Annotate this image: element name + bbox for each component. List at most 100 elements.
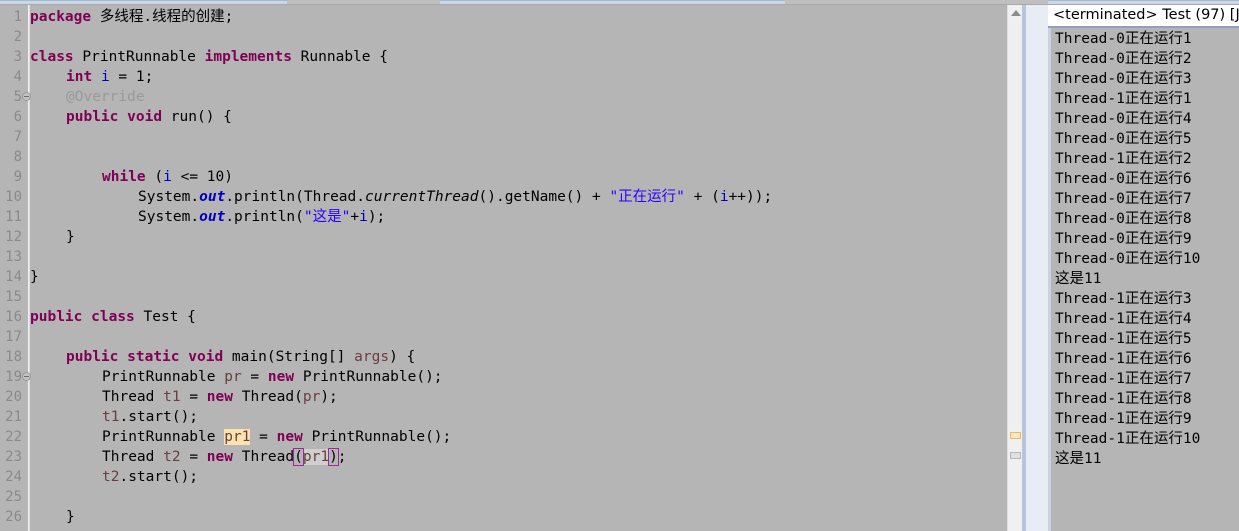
selection-highlight-pr1[interactable]: pr1	[302, 449, 330, 465]
code-text: .println(	[225, 209, 304, 225]
code-text: }	[30, 269, 39, 285]
type-name: Thread	[102, 389, 155, 405]
code-line[interactable]: PrintRunnable pr = new PrintRunnable();	[102, 367, 443, 387]
occurrence-highlight-pr1[interactable]: pr1	[224, 429, 251, 445]
code-line[interactable]: Thread t2 = new Thread(pr1);	[102, 447, 347, 467]
code-text: System.	[138, 209, 200, 225]
line-number: 25	[5, 489, 22, 505]
java-code-editor[interactable]: 1 2 3 4 5 6 7 8 9 10 11 12 13 14 15 16 1…	[0, 5, 1022, 531]
code-text: =	[241, 369, 268, 385]
line-number: 10	[5, 189, 22, 205]
line-number: 22	[5, 429, 22, 445]
console-line: Thread-1正在运行5	[1055, 331, 1192, 347]
code-text: main(	[223, 349, 276, 365]
method-currentthread: currentThread	[365, 189, 479, 205]
scroll-up-arrow-icon[interactable]	[1011, 10, 1021, 16]
line-number: 8	[13, 149, 22, 165]
type-name: PrintRunnable	[82, 49, 196, 65]
code-line[interactable]: PrintRunnable pr1 = new PrintRunnable();	[102, 427, 451, 447]
code-text: + (	[684, 189, 720, 205]
code-text: =	[180, 389, 207, 405]
code-line[interactable]: public static void main(String[] args) {	[66, 347, 415, 367]
string-literal: "正在运行"	[609, 189, 685, 205]
code-line[interactable]: while (i <= 10)	[102, 167, 233, 187]
code-line[interactable]: int i = 1;	[66, 67, 153, 87]
code-text: }	[66, 509, 75, 525]
code-line[interactable]: System.out.println(Thread.currentThread(…	[138, 187, 772, 207]
keyword-int: int	[66, 69, 93, 85]
code-text: =	[180, 449, 207, 465]
scrollbar-thumb[interactable]	[1008, 23, 1022, 423]
code-text: }	[66, 229, 75, 245]
console-output[interactable]: Thread-0正在运行1 Thread-0正在运行2 Thread-0正在运行…	[1051, 29, 1239, 531]
line-number: 7	[13, 129, 22, 145]
keyword-implements: implements	[204, 49, 292, 65]
console-view[interactable]: <terminated> Test (97) [J Thread-0正在运行1 …	[1048, 5, 1239, 531]
code-text: ++));	[728, 189, 773, 205]
line-number: 1	[13, 9, 22, 25]
keyword-class: class	[30, 49, 74, 65]
field-i: i	[359, 209, 368, 225]
bracket-match-open: (	[293, 448, 304, 466]
code-line[interactable]: t2.start();	[102, 467, 198, 487]
code-text-area[interactable]: package 多线程.线程的创建; class PrintRunnable i…	[30, 5, 1010, 531]
console-title-underline	[1048, 26, 1239, 28]
code-line[interactable]: public class Test {	[30, 307, 196, 327]
line-number: 5	[13, 89, 22, 105]
keyword-void: void	[188, 349, 224, 365]
code-text: .start();	[119, 469, 199, 485]
line-number: 20	[5, 389, 22, 405]
keyword-public: public	[66, 349, 119, 365]
pane-splitter[interactable]	[1026, 5, 1048, 531]
keyword-package: package	[30, 9, 92, 25]
code-line[interactable]: package 多线程.线程的创建;	[30, 7, 233, 27]
overview-marker-occurrence[interactable]	[1010, 432, 1021, 439]
console-line: Thread-0正在运行8	[1055, 211, 1192, 227]
code-text: {	[178, 309, 196, 325]
package-name: 多线程.线程的创建;	[99, 9, 234, 25]
code-line[interactable]: class PrintRunnable implements Runnable …	[30, 47, 388, 67]
code-line[interactable]: System.out.println("这是"+i);	[138, 207, 385, 227]
console-line: Thread-1正在运行6	[1055, 351, 1192, 367]
code-text: );	[320, 389, 338, 405]
overview-marker-selection[interactable]	[1010, 452, 1021, 459]
console-line: Thread-1正在运行1	[1055, 91, 1192, 107]
code-text: {	[370, 49, 388, 65]
code-line[interactable]: Thread t1 = new Thread(pr);	[102, 387, 338, 407]
field-i: i	[719, 189, 729, 205]
code-text: ;	[337, 449, 347, 465]
type-name: Test	[143, 309, 179, 325]
line-number: 4	[13, 69, 22, 85]
editor-vertical-scrollbar[interactable]	[1007, 5, 1022, 531]
console-line: 这是11	[1055, 451, 1102, 467]
local-var-t2: t2	[102, 469, 120, 485]
line-number: 15	[5, 289, 22, 305]
code-text: ().getName() +	[478, 189, 610, 205]
annotation-override: @Override	[66, 89, 145, 105]
line-number: 18	[5, 349, 22, 365]
console-line: Thread-0正在运行6	[1055, 171, 1192, 187]
line-number: 21	[5, 409, 22, 425]
type-name: PrintRunnable	[102, 429, 216, 445]
keyword-new: new	[206, 389, 233, 405]
keyword-static: static	[127, 349, 180, 365]
code-line[interactable]: public void run() {	[66, 107, 232, 127]
code-line[interactable]: }	[66, 507, 75, 527]
code-line[interactable]: t1.start();	[102, 407, 198, 427]
code-text: +	[350, 209, 360, 225]
code-line[interactable]: }	[30, 267, 39, 287]
code-text: .println(Thread.	[225, 189, 365, 205]
console-line: Thread-1正在运行4	[1055, 311, 1192, 327]
code-line[interactable]: @Override	[66, 87, 145, 107]
code-line[interactable]: }	[66, 227, 75, 247]
